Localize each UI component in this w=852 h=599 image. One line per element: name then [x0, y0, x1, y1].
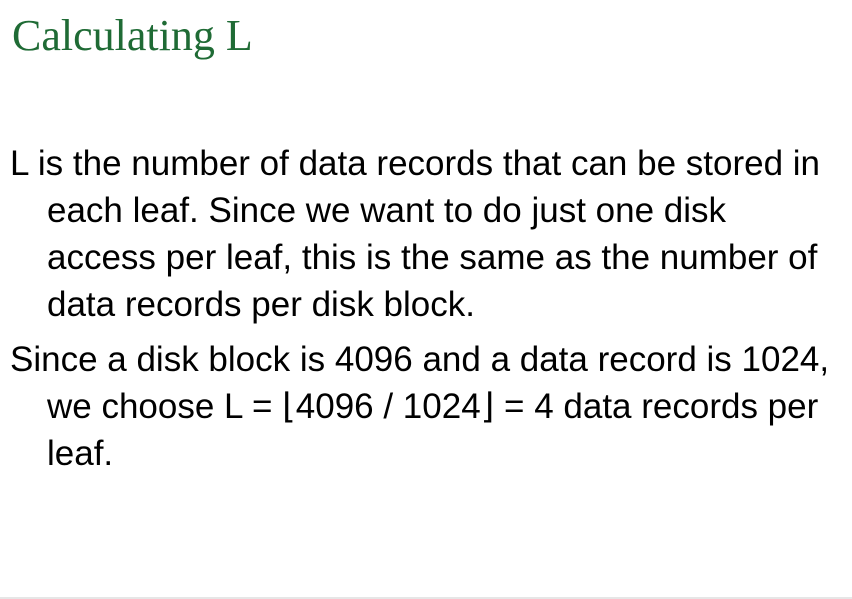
paragraph-leaf-calculation: Since a disk block is 4096 and a data re… — [10, 340, 830, 473]
paragraph-leaf-definition: L is the number of data records that can… — [10, 144, 821, 324]
slide-body: L is the number of data records that can… — [10, 140, 840, 485]
slide-title: Calculating L — [12, 11, 253, 60]
